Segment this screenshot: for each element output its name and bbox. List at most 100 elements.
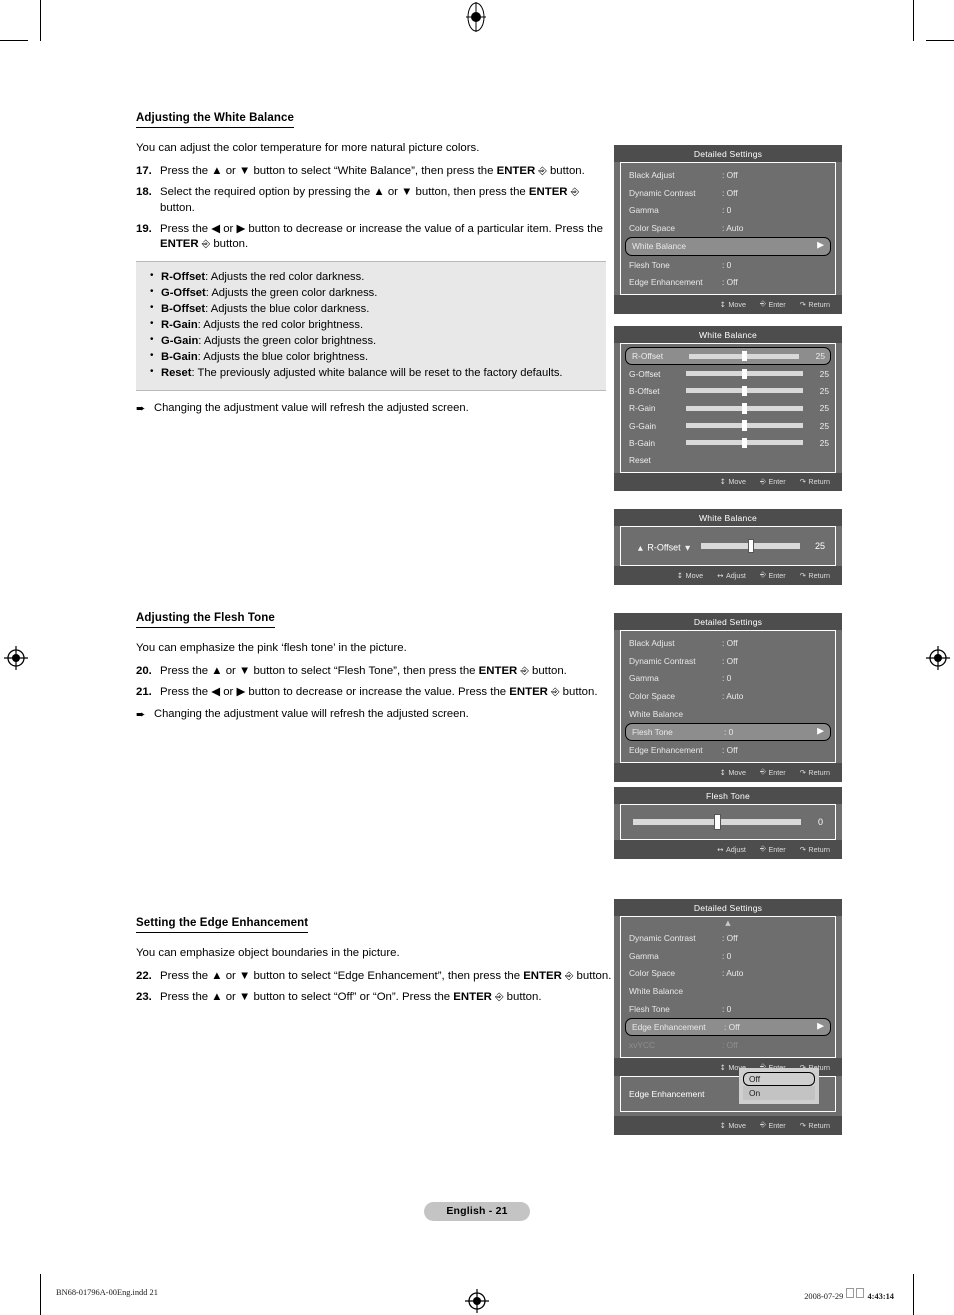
- slider-track[interactable]: [633, 814, 801, 830]
- slider-knob[interactable]: [741, 350, 747, 362]
- menu-item-gamma[interactable]: Gamma: 0: [621, 202, 835, 220]
- list-item: R-Offset: Adjusts the red color darkness…: [150, 269, 594, 286]
- menu-item-dynamic-contrast[interactable]: Dynamic Contrast: Off: [621, 652, 835, 670]
- slider-knob[interactable]: [713, 814, 721, 830]
- slider-value: 25: [819, 385, 829, 396]
- hint-adjust: ↔ Adjust: [717, 844, 746, 854]
- note-flesh-tone: ➨ Changing the adjustment value will ref…: [136, 707, 606, 722]
- osd-title: Detailed Settings: [614, 145, 842, 162]
- heading-wrap-white-balance: Adjusting the White Balance: [136, 108, 606, 128]
- menu-item-value: : Off: [724, 1022, 740, 1033]
- menu-item-edge-enhancement[interactable]: Edge Enhancement: Off: [621, 741, 835, 759]
- menu-item-color-space[interactable]: Color Space: Auto: [621, 965, 835, 983]
- menu-item-flesh-tone[interactable]: Flesh Tone: 0: [621, 1000, 835, 1018]
- chevron-right-icon: ▶: [817, 240, 824, 251]
- caret-up-icon[interactable]: ▲: [638, 544, 643, 552]
- slider-track[interactable]: [686, 437, 803, 449]
- manual-page: Adjusting the White Balance You can adju…: [0, 0, 954, 1315]
- note-white-balance: ➨ Changing the adjustment value will ref…: [136, 401, 606, 416]
- white-balance-option-list: R-Offset: Adjusts the red color darkness…: [150, 269, 594, 382]
- osd-detailed-settings-2: Detailed Settings Black Adjust: Off Dyna…: [614, 613, 842, 782]
- return-icon: ↷: [799, 299, 806, 309]
- caret-down-icon[interactable]: ▼: [685, 544, 690, 552]
- slider-knob[interactable]: [747, 539, 754, 553]
- section-intro: You can emphasize the pink ‘flesh tone’ …: [136, 642, 407, 654]
- dropdown-option-on[interactable]: On: [743, 1086, 815, 1100]
- menu-item-label: Dynamic Contrast: [629, 187, 696, 198]
- menu-item-reset[interactable]: Reset: [621, 451, 835, 468]
- hint-return: ↷Return: [799, 570, 830, 580]
- menu-item-flesh-tone[interactable]: Flesh Tone: 0: [621, 256, 835, 274]
- menu-item-color-space[interactable]: Color Space: Auto: [621, 219, 835, 237]
- menu-item-edge-enhancement[interactable]: Edge Enhancement: Off: [621, 273, 835, 291]
- step-number: 21.: [136, 686, 152, 699]
- menu-item-flesh-tone-selected[interactable]: Flesh Tone: 0 ▶: [625, 722, 831, 742]
- slider-r-offset[interactable]: R-Offset 25: [625, 347, 831, 365]
- menu-item-white-balance[interactable]: White Balance: [621, 982, 835, 1000]
- menu-item-dynamic-contrast[interactable]: Dynamic Contrast : Off: [621, 184, 835, 202]
- slider-g-gain[interactable]: G-Gain 25: [621, 417, 835, 434]
- osd-hint-bar: ↕Move ⎆Enter ↷Return: [614, 295, 842, 314]
- dropdown-option-off[interactable]: Off: [743, 1072, 815, 1086]
- slider-track[interactable]: [686, 420, 803, 431]
- slider-label: Reset: [629, 455, 651, 466]
- slider-knob[interactable]: [742, 403, 747, 414]
- slider-g-offset[interactable]: G-Offset 25: [621, 365, 835, 382]
- slider-knob[interactable]: [742, 368, 747, 379]
- osd-title: White Balance: [614, 509, 842, 526]
- hint-enter: ⎆Enter: [759, 299, 786, 309]
- slider-track[interactable]: [689, 350, 799, 362]
- menu-item-white-balance-selected[interactable]: White Balance ▶: [625, 237, 831, 256]
- slider-r-gain[interactable]: R-Gain 25: [621, 400, 835, 417]
- slider-track[interactable]: [686, 385, 803, 397]
- menu-item-label: Flesh Tone: [629, 259, 670, 270]
- osd-white-balance-list: White Balance R-Offset 25 G-Offset 25 B-Of…: [614, 326, 842, 492]
- registration-mark-bottom: [464, 1288, 490, 1314]
- list-item: Reset: The previously adjusted white bal…: [150, 365, 594, 382]
- menu-item-edge-enhancement-selected[interactable]: Edge Enhancement: Off ▶: [625, 1017, 831, 1037]
- scroll-up-indicator-icon[interactable]: ▲: [621, 920, 835, 929]
- item-label: R-Offset: [647, 542, 681, 552]
- menu-item-value: : Off: [722, 277, 738, 288]
- slider-knob[interactable]: [742, 385, 747, 397]
- menu-item-value: : Auto: [722, 223, 744, 234]
- slider-track[interactable]: [686, 368, 803, 379]
- menu-item-gamma[interactable]: Gamma: 0: [621, 670, 835, 688]
- slider-b-gain[interactable]: B-Gain 25: [621, 434, 835, 451]
- slider-track[interactable]: [686, 403, 803, 414]
- menu-item-label: White Balance: [629, 986, 683, 997]
- enter-icon: ⎆: [759, 476, 766, 486]
- osd-hint-bar: ↔ Adjust ⎆ Enter ↷ Return: [614, 840, 842, 859]
- menu-item-value: : Off: [722, 187, 738, 198]
- step-number: 22.: [136, 970, 152, 983]
- menu-item-dynamic-contrast[interactable]: Dynamic Contrast: Off: [621, 929, 835, 947]
- step-number: 20.: [136, 665, 152, 678]
- menu-item-black-adjust[interactable]: Black Adjust: Off: [621, 166, 835, 184]
- slider-label: R-Offset: [632, 351, 664, 361]
- note-arrow-icon: ➨: [136, 707, 146, 721]
- menu-item-black-adjust[interactable]: Black Adjust: Off: [621, 634, 835, 652]
- crop-mark-bottom-left-vertical: [40, 1274, 41, 1315]
- menu-item-color-space[interactable]: Color Space: Auto: [621, 687, 835, 705]
- menu-item-label: Gamma: [629, 950, 659, 961]
- leftright-arrow-icon: ↔: [717, 844, 724, 854]
- menu-item-white-balance[interactable]: White Balance: [621, 705, 835, 723]
- menu-item-label: Color Space: [629, 691, 676, 702]
- osd-hint-bar: ↕ Move ↔ Adjust ⎆ Enter ↷ Return: [614, 566, 842, 585]
- crop-mark-top-left-horizontal: [0, 40, 28, 41]
- step-list: 20. Press the ▲ or ▼ button to select “F…: [136, 664, 606, 700]
- slider-knob[interactable]: [742, 437, 747, 449]
- hint-enter: ⎆Enter: [759, 844, 786, 854]
- menu-item-label: Flesh Tone: [629, 1004, 670, 1015]
- slider-b-offset[interactable]: B-Offset 25: [621, 382, 835, 399]
- missing-glyph-box: [846, 1288, 855, 1298]
- item-selector[interactable]: ▲ R-Offset ▼: [631, 537, 697, 555]
- hint-move: ↕ Move: [719, 767, 746, 777]
- menu-item-gamma[interactable]: Gamma: 0: [621, 947, 835, 965]
- slider-track[interactable]: [701, 539, 800, 553]
- osd-body: R-Offset 25 G-Offset 25 B-Offset 25 R-Gain 2…: [620, 343, 836, 473]
- osd-title: Flesh Tone: [614, 787, 842, 804]
- crop-mark-top-left-vertical: [40, 0, 41, 41]
- menu-item-value: : 0: [722, 205, 732, 216]
- slider-knob[interactable]: [742, 420, 747, 431]
